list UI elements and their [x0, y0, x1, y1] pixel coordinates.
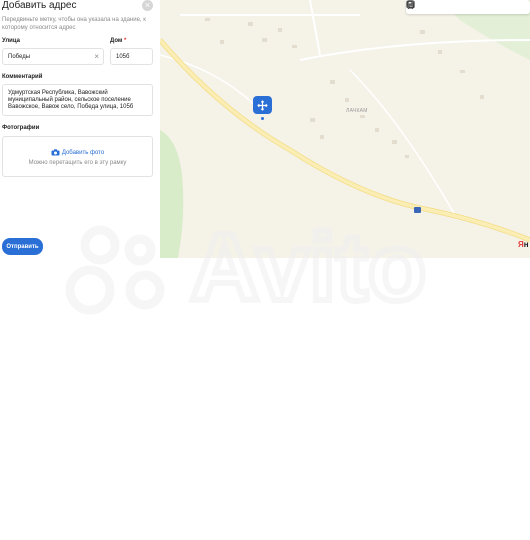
close-button[interactable]: × [142, 0, 153, 11]
road-minor [299, 39, 530, 61]
house-label-text: Дом [110, 38, 123, 44]
house-label: Дом * [110, 38, 126, 44]
ruler-icon[interactable] [406, 0, 506, 14]
hint-text: Передвиньте метку, чтобы она указала на … [2, 17, 146, 31]
comment-textarea[interactable]: Удмуртская Республика, Вавожский муницип… [2, 84, 153, 116]
map-view[interactable] [160, 0, 530, 258]
map-toolbar [406, 0, 530, 14]
panel-title: Добавить адрес [2, 0, 77, 11]
buildings [205, 18, 484, 158]
main-road [160, 38, 530, 242]
yandex-logo-rest: н [523, 240, 529, 249]
street-value: Победы [8, 54, 31, 60]
comment-value: Удмуртская Республика, Вавожский муницип… [8, 90, 134, 110]
forest-area-left [160, 130, 184, 258]
move-pin-handle[interactable] [253, 96, 272, 114]
main-road-casing [160, 38, 530, 243]
move-arrows-icon [257, 99, 268, 111]
add-address-panel: Добавить адрес × Передвиньте метку, чтоб… [0, 0, 160, 258]
add-photo-label: Добавить фото [61, 150, 105, 156]
panorama-icon[interactable] [406, 0, 442, 14]
village-label: ЛАЧКАМ [346, 108, 368, 114]
comment-label: Комментарий [2, 74, 43, 80]
bus-icon[interactable] [407, 0, 478, 14]
house-value: 105б [116, 54, 130, 60]
clear-street-button[interactable]: × [94, 52, 99, 61]
photo-drop-hint: Можно перетащить его в эту рамку [28, 160, 127, 166]
yandex-logo[interactable]: Ян [518, 240, 529, 249]
bus-stop-icon[interactable] [414, 207, 421, 213]
photos-label: Фотографии [2, 125, 40, 131]
transport-icon[interactable] [406, 0, 460, 14]
road-minor [160, 54, 261, 111]
add-photo-link[interactable]: Добавить фото [3, 149, 152, 158]
street-label: Улица [2, 38, 20, 44]
camera-icon [51, 149, 60, 158]
photo-dropzone[interactable]: Добавить фото Можно перетащить его в эту… [2, 136, 153, 177]
road-minor [309, 0, 321, 56]
pin-point [261, 117, 264, 120]
required-mark: * [124, 38, 127, 44]
submit-button[interactable]: Отправить [2, 238, 43, 255]
map-canvas [160, 0, 530, 258]
house-input[interactable]: 105б [110, 48, 153, 65]
street-input[interactable]: Победы × [2, 48, 104, 65]
